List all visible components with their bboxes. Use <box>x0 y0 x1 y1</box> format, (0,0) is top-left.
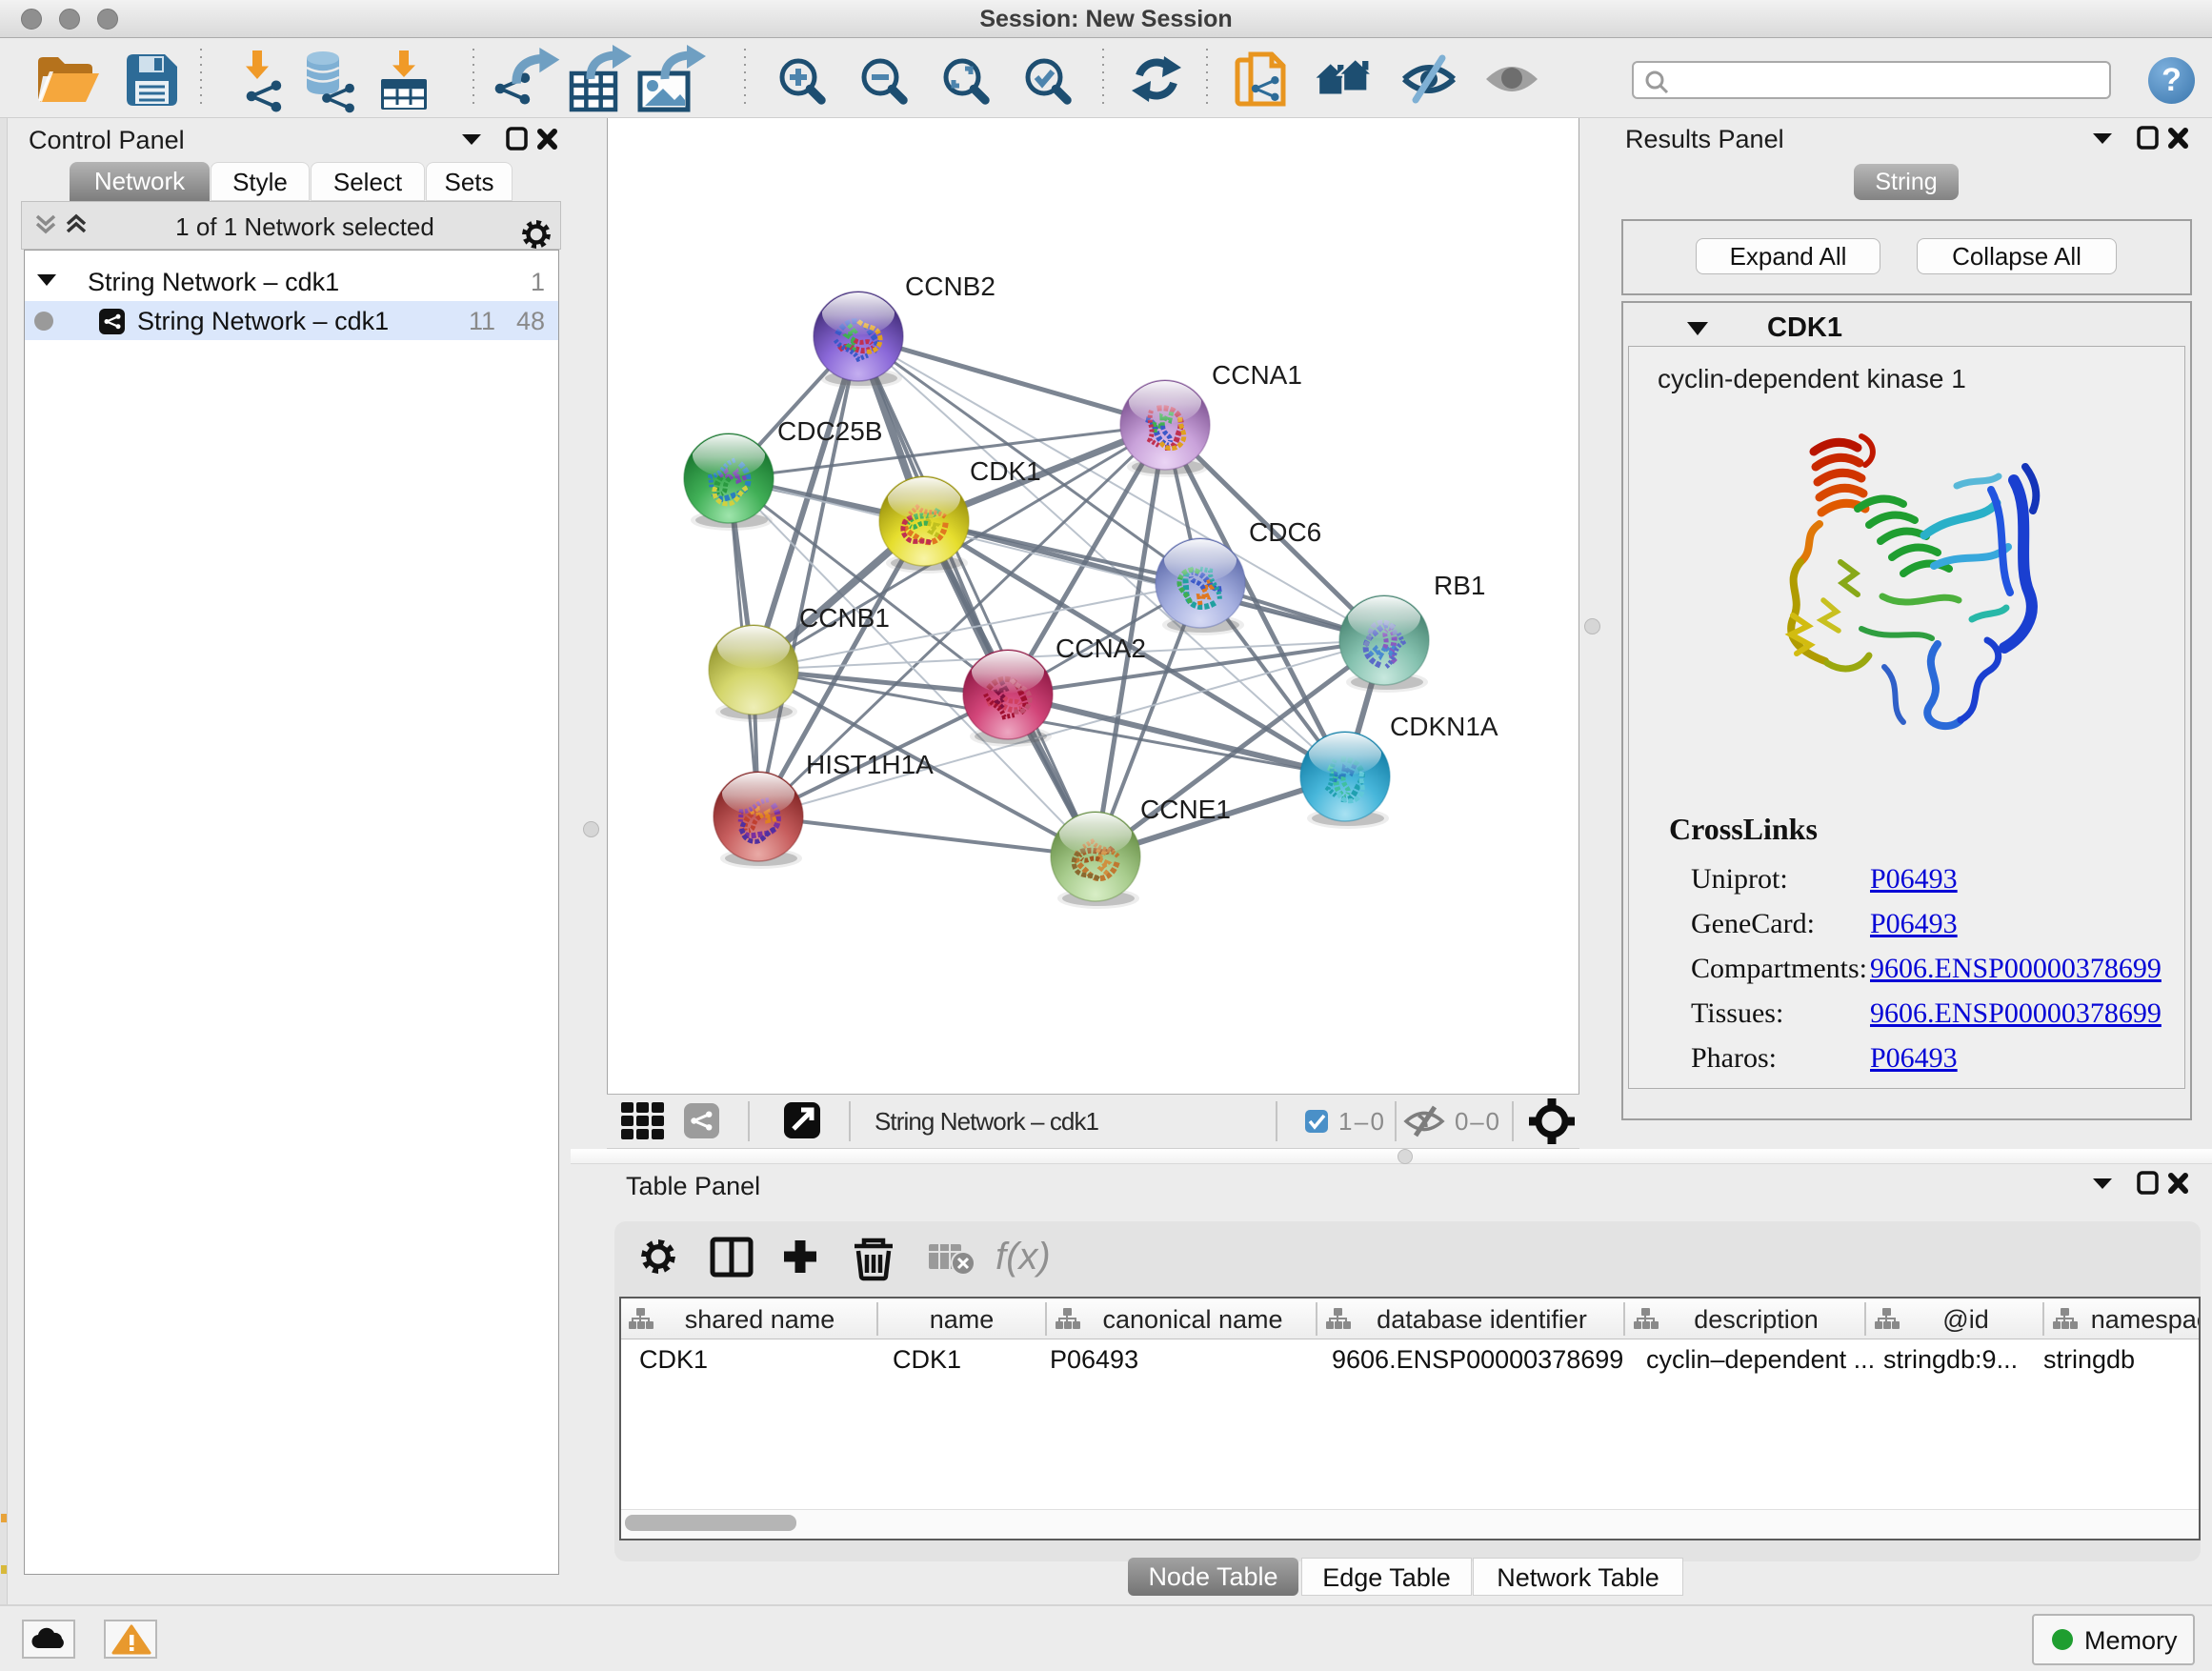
svg-text:CDKN1A: CDKN1A <box>1390 712 1498 741</box>
svg-text:HIST1H1A: HIST1H1A <box>806 750 934 779</box>
svg-text:1 – 0: 1 – 0 <box>1338 1107 1384 1136</box>
svg-text:description: description <box>1694 1305 1819 1334</box>
svg-text:CDC6: CDC6 <box>1249 517 1321 547</box>
svg-text:CDK1: CDK1 <box>970 456 1041 486</box>
svg-text:0 – 0: 0 – 0 <box>1455 1107 1499 1136</box>
svg-text:f(x): f(x) <box>995 1236 1051 1278</box>
svg-text:CCNA2: CCNA2 <box>1056 634 1146 663</box>
svg-text:name: name <box>930 1305 995 1334</box>
svg-text:canonical name: canonical name <box>1102 1305 1282 1334</box>
svg-text:CDC25B: CDC25B <box>777 416 882 446</box>
svg-text:CCNB2: CCNB2 <box>905 272 995 301</box>
svg-text:CCNB1: CCNB1 <box>799 603 890 633</box>
svg-text:namespace: namespace <box>2091 1305 2199 1334</box>
svg-text:RB1: RB1 <box>1434 571 1485 600</box>
svg-text:shared name: shared name <box>685 1305 835 1334</box>
svg-text:database identifier: database identifier <box>1377 1305 1587 1334</box>
svg-text:@id: @id <box>1942 1305 1988 1334</box>
svg-text:String Network – cdk1: String Network – cdk1 <box>875 1107 1099 1136</box>
svg-text:CCNE1: CCNE1 <box>1140 795 1231 824</box>
svg-text:CCNA1: CCNA1 <box>1212 360 1302 390</box>
